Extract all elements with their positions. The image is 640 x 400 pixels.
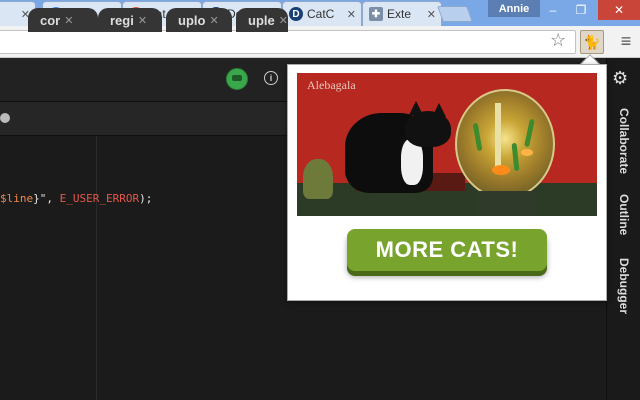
code-text: ); — [139, 192, 153, 205]
browser-tab-5[interactable]: ✚ Exte ✕ — [362, 1, 442, 26]
close-window-button[interactable]: ✕ — [598, 0, 640, 20]
screen: ✕ G uplo ✕ ◠ Cat ✕ D Devp ✕ D CatC ✕ ✚ E… — [0, 0, 640, 400]
restore-button[interactable]: ❐ — [566, 0, 596, 20]
file-tab-2[interactable]: regi ✕ — [98, 8, 162, 32]
profile-button[interactable]: Annie — [488, 0, 540, 17]
image-goldfish — [492, 165, 510, 175]
code-line[interactable]: $line}", E_USER_ERROR); — [0, 192, 152, 205]
gear-icon[interactable]: ⚙ — [612, 68, 628, 89]
avatar[interactable] — [226, 68, 248, 90]
sidebar-item-collaborate[interactable]: Collaborate — [617, 108, 631, 174]
unsaved-dot-icon — [0, 113, 10, 123]
file-tab-label: uple — [248, 12, 275, 28]
chrome-menu-icon[interactable]: ≡ — [616, 30, 636, 52]
browser-tab-4[interactable]: D CatC ✕ — [282, 1, 362, 26]
file-tab-3[interactable]: uplo ✕ — [166, 8, 232, 32]
close-icon[interactable]: ✕ — [427, 8, 436, 21]
cat-extension-button[interactable]: 🐈 — [580, 30, 604, 54]
close-icon[interactable]: ✕ — [347, 8, 356, 21]
image-bubbler — [495, 103, 501, 173]
sidebar-item-debugger[interactable]: Debugger — [617, 258, 631, 314]
cat-gif-image: Alebagala — [297, 73, 597, 216]
file-tab-label: uplo — [178, 12, 206, 28]
file-tab-label: regi — [110, 12, 134, 28]
tab-label: CatC — [307, 7, 335, 21]
close-icon[interactable]: ✕ — [209, 14, 218, 27]
tab-label: Exte — [387, 7, 412, 21]
image-goldfish — [521, 149, 533, 156]
close-icon[interactable]: ✕ — [64, 14, 73, 27]
bookmark-star-icon[interactable]: ☆ — [550, 30, 566, 51]
image-plant — [303, 159, 333, 199]
close-icon[interactable]: ✕ — [138, 14, 147, 27]
address-bar[interactable] — [0, 30, 576, 54]
image-cat-ear — [409, 101, 423, 115]
cat-icon: 🐈 — [583, 33, 601, 50]
new-tab-button[interactable] — [437, 6, 473, 22]
image-fishbowl — [455, 89, 555, 199]
puzzle-icon: ✚ — [369, 7, 383, 21]
close-icon[interactable]: ✕ — [279, 14, 288, 27]
devpost-icon: D — [289, 7, 303, 21]
image-stand — [477, 191, 537, 216]
image-watermark: Alebagala — [307, 78, 356, 92]
gutter-divider — [96, 136, 97, 400]
file-tab-1[interactable]: cor ✕ — [28, 8, 98, 32]
file-tab-4[interactable]: uple ✕ — [236, 8, 288, 32]
image-cat-ear — [432, 103, 446, 117]
more-cats-button[interactable]: MORE CATS! — [347, 229, 547, 271]
sidebar-item-outline[interactable]: Outline — [617, 194, 631, 235]
code-constant: E_USER_ERROR — [59, 192, 140, 205]
info-icon[interactable]: i — [264, 71, 278, 85]
code-variable: $line — [0, 192, 34, 205]
file-tab-label: cor — [40, 12, 61, 28]
minimize-button[interactable]: – — [538, 0, 568, 20]
code-text: }", — [33, 192, 60, 205]
